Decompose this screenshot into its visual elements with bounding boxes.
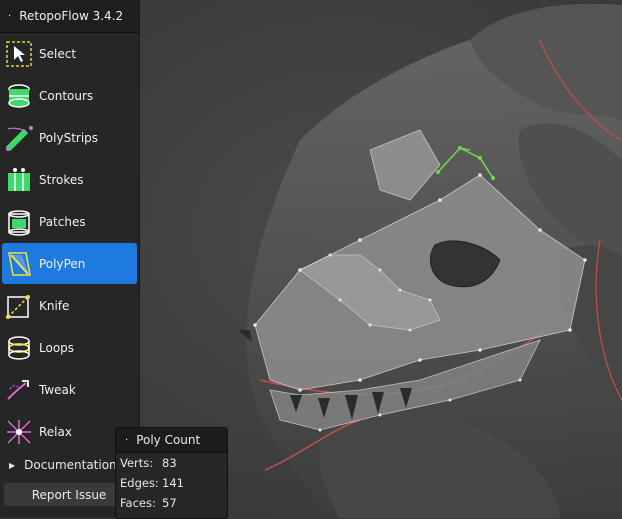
tool-label: Loops (39, 340, 75, 355)
tool-tweak[interactable]: Tweak (2, 369, 137, 410)
faces-value: 57 (162, 496, 177, 510)
edges-row: Edges: 141 (116, 473, 227, 493)
contours-icon (4, 81, 34, 111)
tool-label: Select (39, 46, 77, 61)
verts-value: 83 (162, 456, 177, 470)
faces-row: Faces: 57 (116, 493, 227, 513)
patches-icon (4, 207, 34, 237)
tool-label: Relax (39, 424, 72, 439)
expand-triangle-icon: ▶ (9, 460, 16, 470)
tool-label: Strokes (39, 172, 84, 187)
polystrips-icon (4, 123, 34, 153)
verts-row: Verts: 83 (116, 453, 227, 473)
loops-icon (4, 333, 34, 363)
polypen-icon (4, 249, 34, 279)
tool-polystrips[interactable]: PolyStrips (2, 117, 137, 158)
knife-icon (4, 291, 34, 321)
tool-contours[interactable]: Contours (2, 75, 137, 116)
collapse-dot-icon[interactable]: · (125, 435, 128, 446)
tool-label: Knife (39, 298, 70, 313)
app-title: RetopoFlow 3.4.2 (19, 9, 124, 23)
poly-count-title: Poly Count (136, 433, 201, 447)
edges-label: Edges: (120, 476, 159, 490)
tweak-icon (4, 375, 34, 405)
poly-count-title-bar[interactable]: · Poly Count (116, 428, 227, 453)
documentation-label: Documentation (24, 458, 117, 472)
select-arrow-icon (4, 39, 34, 69)
tool-label: PolyPen (39, 256, 86, 271)
panel-title-bar[interactable]: · RetopoFlow 3.4.2 (0, 0, 139, 33)
tool-patches[interactable]: Patches (2, 201, 137, 242)
tool-knife[interactable]: Knife (2, 285, 137, 326)
report-issue-label: Report Issue (31, 487, 107, 502)
tool-label: PolyStrips (39, 130, 99, 145)
faces-label: Faces: (120, 496, 156, 510)
poly-count-window: · Poly Count Verts: 83 Edges: 141 Faces:… (115, 427, 228, 519)
tool-polypen[interactable]: PolyPen (2, 243, 137, 284)
tool-select[interactable]: Select (2, 33, 137, 74)
tool-label: Tweak (39, 382, 76, 397)
collapse-dot-icon[interactable]: · (8, 11, 11, 22)
relax-icon (4, 417, 34, 447)
edges-value: 141 (162, 476, 184, 490)
tool-label: Patches (39, 214, 86, 229)
tool-label: Contours (39, 88, 94, 103)
tool-strokes[interactable]: Strokes (2, 159, 137, 200)
verts-label: Verts: (120, 456, 154, 470)
strokes-icon (4, 165, 34, 195)
tool-loops[interactable]: Loops (2, 327, 137, 368)
